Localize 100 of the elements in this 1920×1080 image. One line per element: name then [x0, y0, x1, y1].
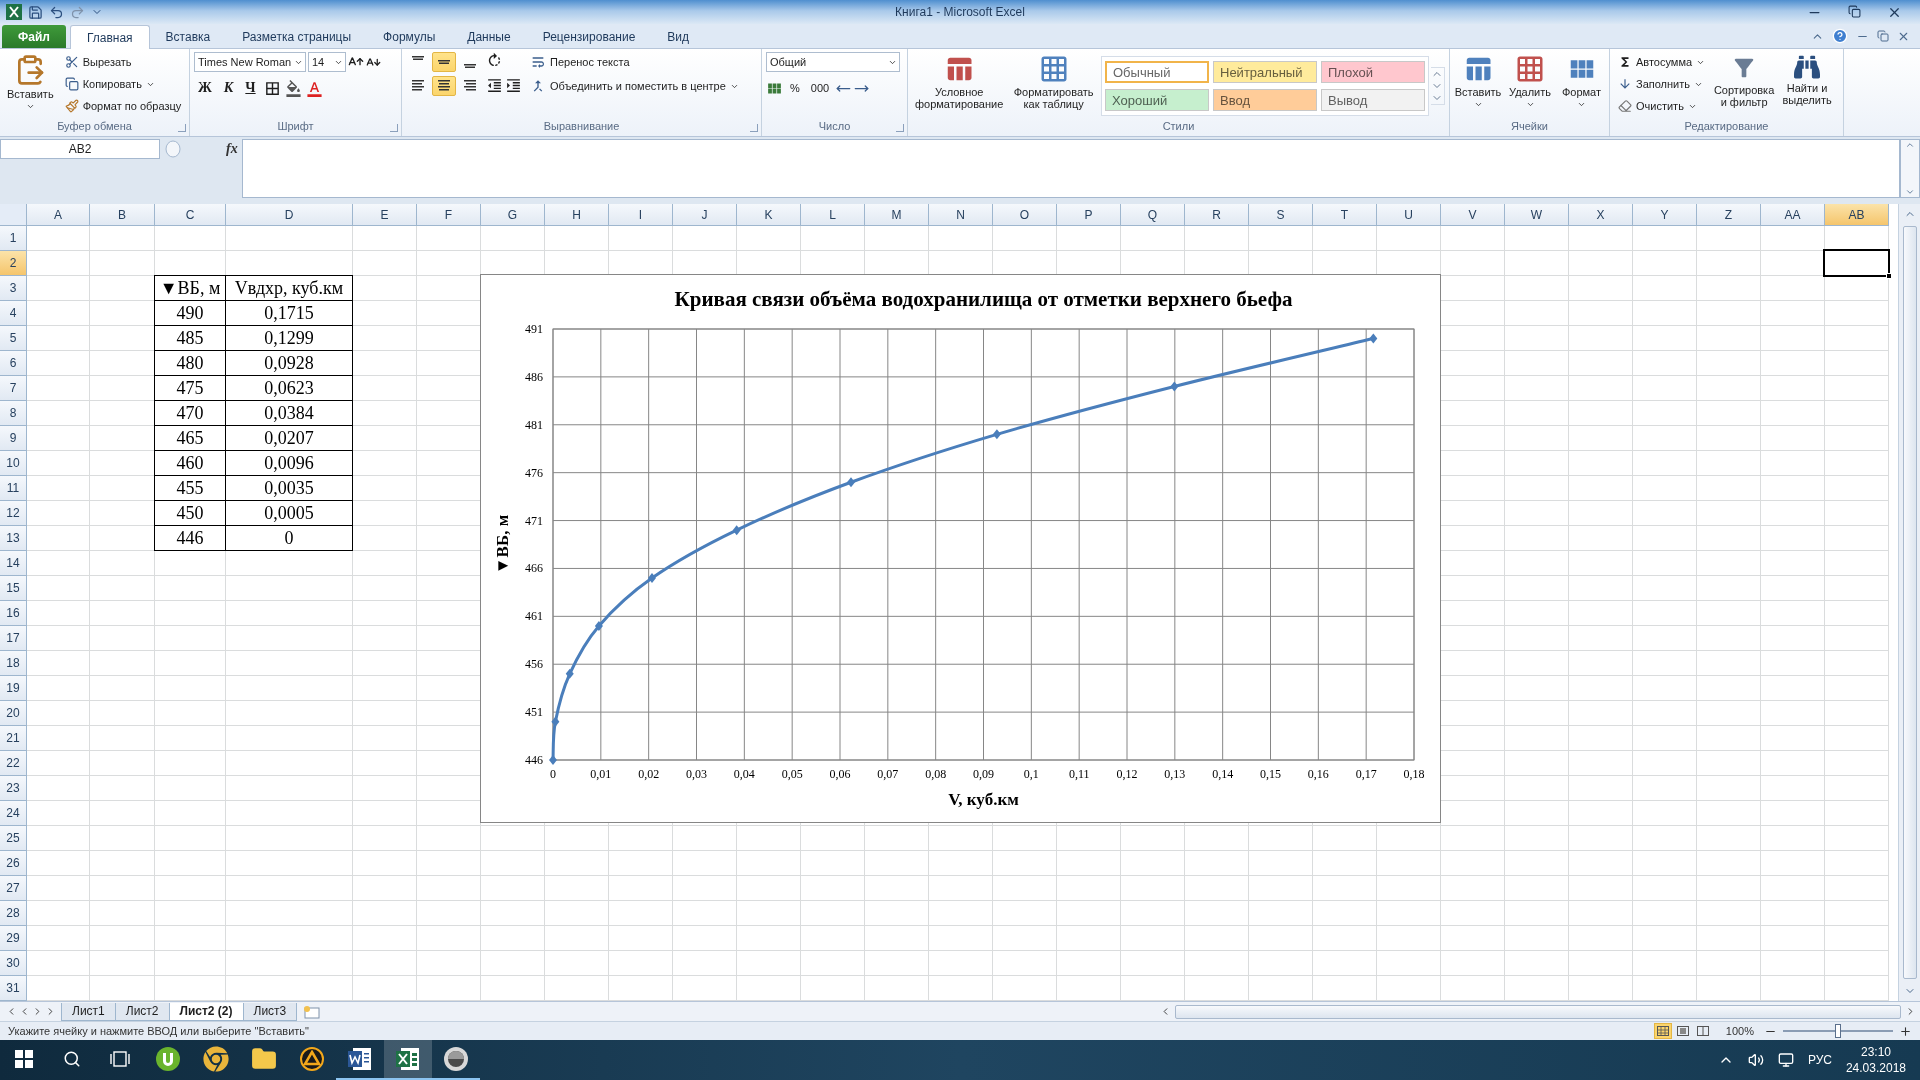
delete-cells-button[interactable]: Удалить — [1506, 52, 1554, 120]
row-header[interactable]: 11 — [0, 476, 27, 501]
row-header[interactable]: 10 — [0, 451, 27, 476]
row-header[interactable]: 5 — [0, 326, 27, 351]
column-header[interactable]: N — [929, 204, 993, 226]
row-header[interactable]: 14 — [0, 551, 27, 576]
column-header[interactable]: B — [90, 204, 155, 226]
column-header[interactable]: U — [1377, 204, 1441, 226]
cell-style[interactable]: Обычный — [1105, 61, 1209, 83]
horizontal-align-button[interactable] — [432, 76, 456, 96]
column-header[interactable]: W — [1505, 204, 1569, 226]
autosum-button[interactable]: Автосумма — [1614, 52, 1710, 72]
vertical-align-button[interactable] — [432, 52, 456, 72]
copy-button[interactable]: Копировать — [60, 74, 186, 94]
column-header[interactable]: AB — [1825, 204, 1889, 226]
row-header[interactable]: 4 — [0, 301, 27, 326]
task-view-icon[interactable] — [110, 1051, 130, 1067]
column-header[interactable]: O — [993, 204, 1057, 226]
thousands-button[interactable]: 000 — [806, 78, 834, 98]
row-header[interactable]: 7 — [0, 376, 27, 401]
player-icon[interactable] — [300, 1047, 324, 1071]
help-icon[interactable] — [1832, 28, 1848, 44]
row-header[interactable]: 26 — [0, 851, 27, 876]
insert-cells-button[interactable]: Вставить — [1454, 52, 1502, 120]
row-header[interactable]: 3 — [0, 276, 27, 301]
row-header[interactable]: 21 — [0, 726, 27, 751]
document-app-icon[interactable] — [347, 1046, 373, 1072]
column-header[interactable]: G — [481, 204, 545, 226]
column-header[interactable]: D — [226, 204, 353, 226]
spreadsheet-app-icon[interactable] — [395, 1046, 421, 1072]
row-header[interactable]: 24 — [0, 801, 27, 826]
format-as-table-button[interactable]: Форматировать как таблицу — [1010, 52, 1097, 120]
column-header[interactable]: Q — [1121, 204, 1185, 226]
column-header[interactable]: Y — [1633, 204, 1697, 226]
search-icon[interactable] — [63, 1050, 81, 1068]
italic-button[interactable]: К — [219, 78, 238, 98]
taskbar-button[interactable] — [384, 1040, 432, 1080]
sheet-tab[interactable]: Лист3 — [242, 1002, 298, 1021]
row-header[interactable]: 31 — [0, 976, 27, 1001]
wrap-text-button[interactable]: Перенос текста — [526, 52, 743, 72]
indent-decrease-icon[interactable] — [486, 77, 503, 94]
row-header[interactable]: 17 — [0, 626, 27, 651]
formula-input[interactable] — [241, 139, 1900, 198]
sheet-tab[interactable]: Лист2 (2) — [168, 1002, 244, 1021]
network-icon[interactable] — [1777, 1052, 1794, 1068]
column-header[interactable]: M — [865, 204, 929, 226]
fill-handle[interactable] — [1886, 273, 1892, 279]
zoom-slider-thumb[interactable] — [1835, 1024, 1841, 1038]
borders-icon[interactable] — [263, 79, 281, 97]
ribbon-tab[interactable]: Разметка страницы — [226, 25, 368, 48]
row-header[interactable]: 19 — [0, 676, 27, 701]
cell-style[interactable]: Вывод — [1321, 89, 1425, 111]
sheet-tab[interactable]: Лист2 — [114, 1002, 170, 1021]
row-header[interactable]: 23 — [0, 776, 27, 801]
column-header[interactable]: J — [673, 204, 737, 226]
orientation-icon[interactable] — [486, 52, 503, 69]
find-select-button[interactable]: Найти и выделить — [1779, 52, 1836, 120]
column-header[interactable]: E — [353, 204, 417, 226]
cell-style[interactable]: Плохой — [1321, 61, 1425, 83]
column-header[interactable]: H — [545, 204, 609, 226]
ribbon-tab[interactable]: Главная — [69, 25, 150, 49]
row-header[interactable]: 12 — [0, 501, 27, 526]
merge-center-button[interactable]: Объединить и поместить в центре — [526, 76, 743, 96]
sort-filter-button[interactable]: Сортировка и фильтр — [1713, 52, 1776, 120]
column-header[interactable]: Z — [1697, 204, 1761, 226]
row-header[interactable]: 8 — [0, 401, 27, 426]
ribbon-tab[interactable]: Рецензирование — [526, 25, 652, 48]
row-header[interactable]: 29 — [0, 926, 27, 951]
row-header[interactable]: 28 — [0, 901, 27, 926]
column-header[interactable]: I — [609, 204, 673, 226]
row-header[interactable]: 25 — [0, 826, 27, 851]
percent-button[interactable]: % — [786, 78, 804, 98]
column-header[interactable]: K — [737, 204, 801, 226]
indent-increase-icon[interactable] — [505, 77, 522, 94]
active-cell[interactable] — [1823, 249, 1890, 277]
row-header[interactable]: 22 — [0, 751, 27, 776]
number-format-select[interactable]: Общий — [766, 52, 900, 72]
fill-color-icon[interactable] — [284, 79, 302, 97]
volume-icon[interactable] — [1747, 1052, 1764, 1068]
format-cells-button[interactable]: Формат — [1558, 52, 1605, 120]
view-button[interactable] — [1653, 1023, 1672, 1039]
row-header[interactable]: 2 — [0, 251, 27, 276]
column-header[interactable]: A — [27, 204, 90, 226]
cut-button[interactable]: Вырезать — [60, 52, 186, 72]
ribbon-tab[interactable]: Формулы — [367, 25, 452, 48]
column-header[interactable]: F — [417, 204, 481, 226]
cell-style[interactable]: Нейтральный — [1213, 61, 1317, 83]
undo-icon[interactable] — [49, 4, 64, 20]
column-header[interactable]: P — [1057, 204, 1121, 226]
torrent-icon[interactable] — [155, 1046, 181, 1072]
language-indicator[interactable]: РУС — [1807, 1053, 1832, 1067]
column-header[interactable]: T — [1313, 204, 1377, 226]
restore-icon[interactable] — [1848, 4, 1861, 18]
row-header[interactable]: 6 — [0, 351, 27, 376]
row-header[interactable]: 13 — [0, 526, 27, 551]
zoom-in-icon[interactable] — [1899, 1024, 1912, 1038]
sheet-tab[interactable]: Лист1 — [61, 1002, 116, 1021]
conditional-formatting-button[interactable]: Условное форматирование — [912, 52, 1007, 120]
column-header[interactable]: S — [1249, 204, 1313, 226]
name-box[interactable]: AB2 — [0, 139, 160, 159]
